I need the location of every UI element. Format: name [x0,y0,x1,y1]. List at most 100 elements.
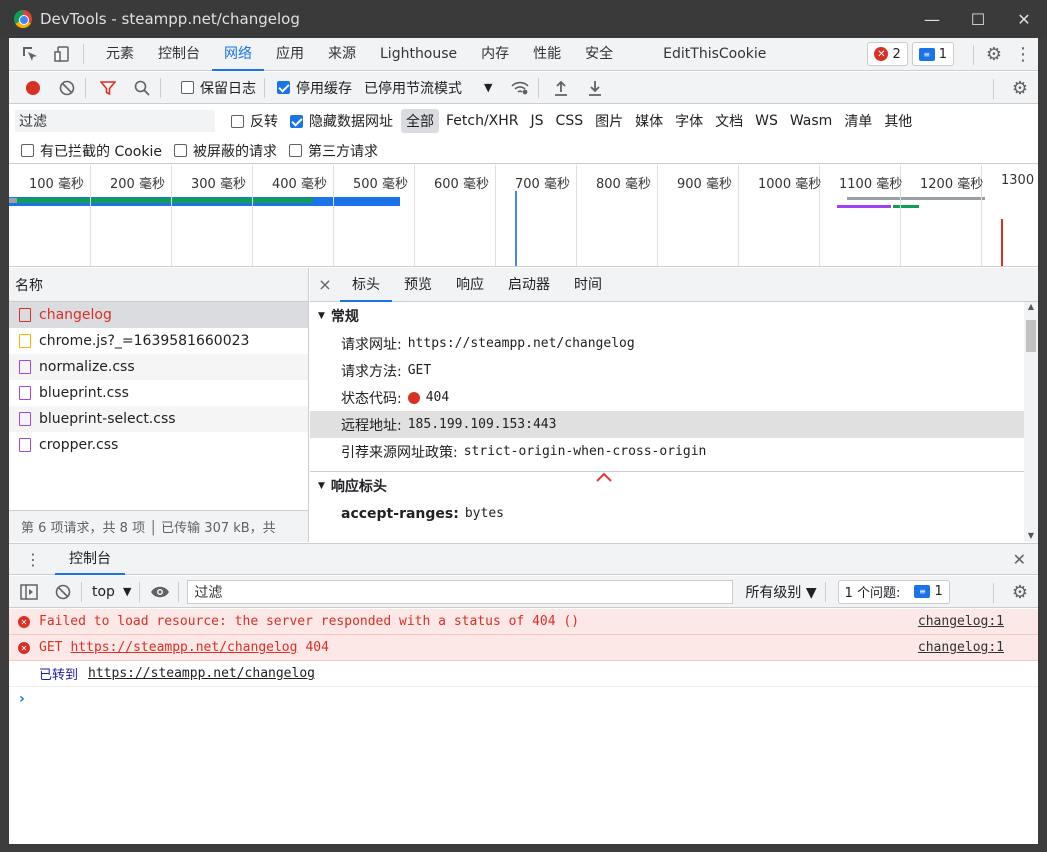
navigated-url-link[interactable]: https://steampp.net/changelog [88,666,315,681]
tab-3[interactable]: 应用 [264,38,316,71]
drawer-tab-console[interactable]: 控制台 [55,544,125,575]
settings-gear-icon[interactable]: ⚙ [986,44,1002,65]
filter-type-1[interactable]: Fetch/XHR [441,111,524,131]
filter-toggle-button[interactable] [98,78,118,98]
more-options-icon[interactable]: ⋮ [1014,44,1032,65]
response-headers-section-header[interactable]: ▼ 响应标头 [310,472,1038,500]
scrollbar-thumb[interactable] [1026,320,1036,352]
request-row[interactable]: normalize.css [9,354,308,380]
request-row[interactable]: blueprint-select.css [9,406,308,432]
details-tab-4[interactable]: 时间 [562,268,614,302]
header-value: strict-origin-when-cross-origin [463,444,707,459]
message-count: 1 [938,46,947,62]
css-file-icon [19,360,31,374]
filter-type-8[interactable]: WS [750,111,783,131]
third-party-checkbox[interactable]: 第三方请求 [288,141,378,161]
tab-6[interactable]: 内存 [469,38,521,71]
tab-edit-this-cookie[interactable]: EditThisCookie [651,38,778,71]
import-har-icon[interactable] [551,78,571,98]
details-tab-2[interactable]: 响应 [444,268,496,302]
filter-type-3[interactable]: CSS [551,111,589,131]
scroll-down-arrow-icon[interactable]: ▼ [1024,531,1038,540]
minimize-button[interactable]: — [909,0,955,38]
header-row: accept-ranges: bytes [310,500,1038,527]
blocked-cookies-checkbox[interactable]: 有已拦截的 Cookie [21,141,162,161]
filter-type-5[interactable]: 媒体 [630,109,668,133]
context-selector[interactable]: top ▼ [92,584,131,600]
record-button[interactable] [23,78,43,98]
invert-checkbox[interactable]: 反转 [231,111,278,131]
checkbox-unchecked[interactable] [21,144,34,157]
close-details-icon[interactable]: × [310,275,340,294]
filter-type-6[interactable]: 字体 [670,109,708,133]
tab-4[interactable]: 来源 [316,38,368,71]
filter-icon [100,80,116,95]
details-tab-0[interactable]: 标头 [340,268,392,302]
network-settings-gear-icon[interactable]: ⚙ [1012,78,1028,99]
console-settings-gear-icon[interactable]: ⚙ [1012,582,1028,603]
details-tab-1[interactable]: 预览 [392,268,444,302]
issues-button[interactable]: 1 个问题: ≡ 1 [837,579,950,604]
console-prompt[interactable]: › [9,687,1038,711]
close-window-button[interactable]: ✕ [1001,0,1047,38]
throttling-select[interactable]: 已停用节流模式 ▼ [364,78,492,98]
clear-button[interactable] [57,78,77,98]
filter-type-0[interactable]: 全部 [401,109,439,133]
export-har-icon[interactable] [585,78,605,98]
checkbox-unchecked[interactable] [231,114,244,128]
timeline-bar-gray [9,198,17,203]
message-count-badge[interactable]: ≡ 1 [911,42,954,66]
source-link[interactable]: changelog:1 [918,614,1004,629]
live-expression-eye-icon[interactable] [150,582,170,602]
drawer-menu-icon[interactable]: ⋮ [25,550,41,569]
source-link[interactable]: changelog:1 [918,640,1004,655]
name-column-header[interactable]: 名称 [9,268,308,302]
details-tab-3[interactable]: 启动器 [496,268,562,302]
scroll-up-arrow-icon[interactable]: ▲ [1024,302,1038,311]
request-row[interactable]: chrome.js?_=1639581660023 [9,328,308,354]
header-key: 远程地址: [341,417,402,434]
general-title: 常规 [330,309,359,325]
request-summary-footer: 第 6 项请求，共 8 项 │ 已传输 307 kB，共 [9,510,308,542]
request-url-link[interactable]: https://steampp.net/changelog [70,640,297,655]
tab-0[interactable]: 元素 [94,38,146,71]
inspect-element-icon[interactable] [19,43,41,65]
disable-cache-checkbox[interactable]: 停用缓存 [277,78,352,98]
checkbox-checked[interactable] [290,114,303,128]
tab-5[interactable]: Lighthouse [368,38,469,71]
console-filter-input[interactable]: 过滤 [187,579,734,604]
checkbox-unchecked[interactable] [288,144,302,157]
request-row[interactable]: cropper.css [9,432,308,458]
filter-type-11[interactable]: 其他 [879,109,917,133]
filter-type-2[interactable]: JS [526,111,549,131]
checkbox-unchecked[interactable] [173,144,187,157]
device-toolbar-icon[interactable] [51,43,73,65]
blocked-requests-checkbox[interactable]: 被屏蔽的请求 [173,141,277,161]
filter-type-9[interactable]: Wasm [785,111,837,131]
show-sidebar-icon[interactable] [19,582,39,602]
close-drawer-icon[interactable]: ✕ [1013,550,1026,569]
tab-7[interactable]: 性能 [521,38,573,71]
general-section-header[interactable]: ▼ 常规 [310,302,1038,330]
clear-console-icon[interactable] [53,582,73,602]
tab-8[interactable]: 安全 [573,38,625,71]
header-key: accept-ranges: [341,505,459,522]
tab-1[interactable]: 控制台 [146,38,212,71]
request-row[interactable]: blueprint.css [9,380,308,406]
error-count-badge[interactable]: ✕ 2 [867,42,908,66]
checkbox-unchecked[interactable] [181,81,194,94]
request-row[interactable]: changelog [9,302,308,328]
search-button[interactable] [132,78,152,98]
filter-input[interactable]: 过滤 [15,110,215,132]
checkbox-checked[interactable] [277,81,290,94]
log-levels-select[interactable]: 所有级别 ▼ [745,582,816,602]
tab-2[interactable]: 网络 [212,38,264,71]
filter-type-4[interactable]: 图片 [590,109,628,133]
maximize-button[interactable]: ☐ [955,0,1001,38]
filter-type-7[interactable]: 文档 [710,109,748,133]
hide-data-urls-checkbox[interactable]: 隐藏数据网址 [290,111,393,131]
preserve-log-checkbox[interactable]: 保留日志 [181,78,256,98]
network-conditions-icon[interactable] [510,78,530,98]
network-overview-timeline[interactable]: 100 毫秒 200 毫秒 300 毫秒 400 毫秒 500 毫秒 600 毫秒 700 … [9,165,1038,267]
filter-type-10[interactable]: 清单 [839,109,877,133]
